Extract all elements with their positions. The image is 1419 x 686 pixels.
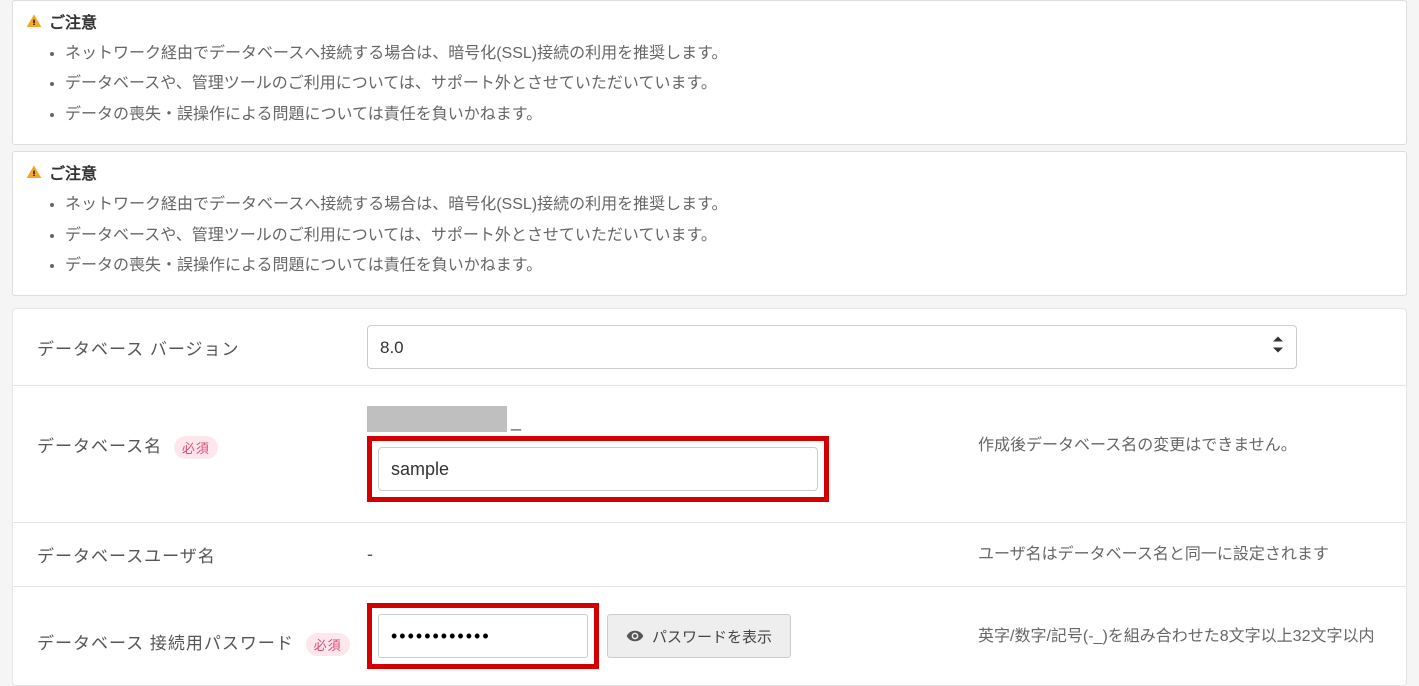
show-password-button[interactable]: パスワードを表示 <box>607 614 791 658</box>
notice-item: データベースや、管理ツールのご利用については、サポート外とさせていただいています… <box>65 221 1394 251</box>
helper-db-user: ユーザ名はデータベース名と同一に設定されます <box>962 541 1382 568</box>
notice-list: ネットワーク経由でデータベースへ接続する場合は、暗号化(SSL)接続の利用を推奨… <box>25 190 1394 281</box>
row-db-version: データベース バージョン 8.0 <box>13 309 1406 386</box>
notice-item: データベースや、管理ツールのご利用については、サポート外とさせていただいています… <box>65 69 1394 99</box>
label-db-version: データベース バージョン <box>37 335 367 360</box>
notice-box-1: ご注意 ネットワーク経由でデータベースへ接続する場合は、暗号化(SSL)接続の利… <box>12 0 1407 145</box>
notice-title: ご注意 <box>49 9 97 33</box>
db-user-value: - <box>367 544 373 565</box>
db-version-select[interactable]: 8.0 <box>367 325 1297 369</box>
show-password-label: パスワードを表示 <box>652 626 772 647</box>
row-db-user: データベースユーザ名 - ユーザ名はデータベース名と同一に設定されます <box>13 523 1406 587</box>
eye-icon <box>626 627 644 645</box>
highlight-db-password <box>367 603 599 669</box>
notice-list: ネットワーク経由でデータベースへ接続する場合は、暗号化(SSL)接続の利用を推奨… <box>25 39 1394 130</box>
notice-box-2: ご注意 ネットワーク経由でデータベースへ接続する場合は、暗号化(SSL)接続の利… <box>12 151 1407 296</box>
highlight-db-name <box>367 436 829 502</box>
label-db-user: データベースユーザ名 <box>37 542 367 567</box>
notice-item: データの喪失・誤操作による問題については責任を負いかねます。 <box>65 251 1394 281</box>
helper-db-password: 英字/数字/記号(-_)を組み合わせた8文字以上32文字以内 <box>962 623 1382 650</box>
notice-header: ご注意 <box>25 160 1394 184</box>
notice-item: ネットワーク経由でデータベースへ接続する場合は、暗号化(SSL)接続の利用を推奨… <box>65 190 1394 220</box>
label-db-name: データベース名 必須 <box>37 406 367 459</box>
db-password-input[interactable] <box>378 614 588 658</box>
notice-item: ネットワーク経由でデータベースへ接続する場合は、暗号化(SSL)接続の利用を推奨… <box>65 39 1394 69</box>
db-name-prefix-mask <box>367 406 507 432</box>
row-db-password: データベース 接続用パスワード 必須 パスワードを表示 英字/数字/記号(-_)… <box>13 587 1406 685</box>
database-form: データベース バージョン 8.0 データベース名 必須 _ <box>12 308 1407 686</box>
db-name-input[interactable] <box>378 447 818 491</box>
row-db-name: データベース名 必須 _ 作成後データベース名の変更はできません。 <box>13 386 1406 523</box>
warning-icon <box>25 163 43 181</box>
required-badge: 必須 <box>306 633 350 656</box>
label-db-password: データベース 接続用パスワード 必須 <box>37 617 367 656</box>
required-badge: 必須 <box>174 436 218 459</box>
notice-header: ご注意 <box>25 9 1394 33</box>
helper-db-name: 作成後データベース名の変更はできません。 <box>962 406 1382 459</box>
notice-title: ご注意 <box>49 160 97 184</box>
prefix-separator: _ <box>511 411 521 432</box>
notice-item: データの喪失・誤操作による問題については責任を負いかねます。 <box>65 100 1394 130</box>
warning-icon <box>25 12 43 30</box>
db-name-prefix-row: _ <box>367 406 829 432</box>
